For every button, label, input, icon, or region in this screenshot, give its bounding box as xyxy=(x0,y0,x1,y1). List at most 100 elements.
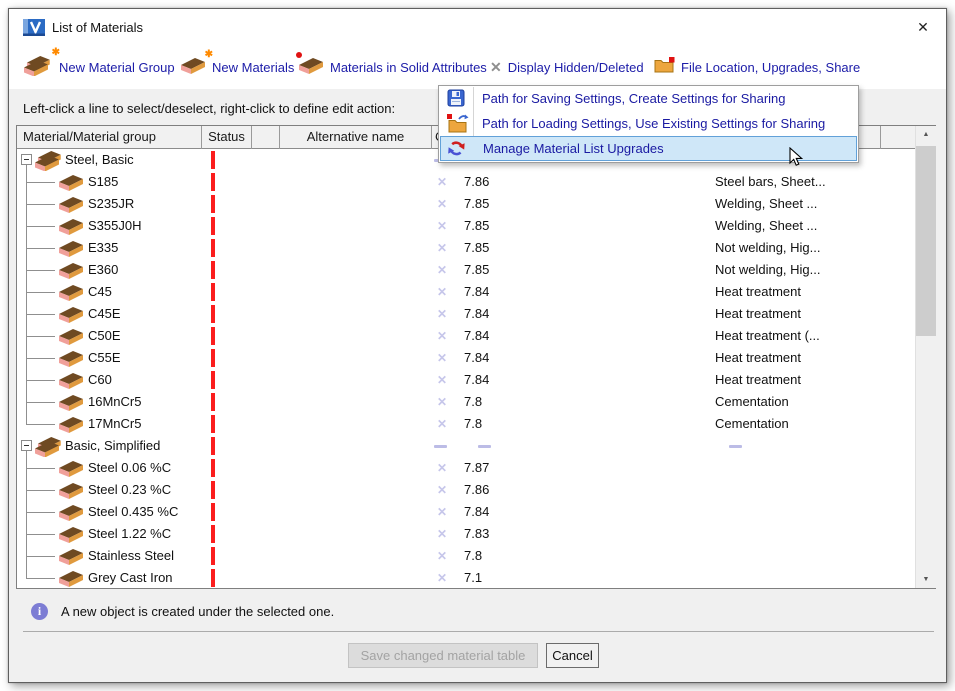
density-value: 7.84 xyxy=(464,325,489,347)
table-row[interactable]: Grey Cast Iron ✕ 7.1 xyxy=(17,567,915,589)
no-color-x-icon: ✕ xyxy=(433,303,451,325)
header-separator xyxy=(251,126,252,149)
materials-in-solid-attributes-button[interactable]: Materials in Solid Attributes xyxy=(298,46,487,89)
header-separator xyxy=(201,126,202,149)
vertical-scrollbar[interactable]: ▲ ▼ xyxy=(915,126,936,588)
close-icon[interactable]: ✕ xyxy=(914,18,932,36)
menu-item-label: Path for Loading Settings, Use Existing … xyxy=(482,116,825,131)
table-row[interactable]: Steel 0.23 %C ✕ 7.86 xyxy=(17,479,915,501)
density-value: 7.85 xyxy=(464,237,489,259)
table-row[interactable]: Steel 0.435 %C ✕ 7.84 xyxy=(17,501,915,523)
material-name: Steel 0.23 %C xyxy=(88,479,171,501)
tree-branch-line xyxy=(26,358,55,359)
status-bar xyxy=(211,217,215,235)
toolbar-label: New Material Group xyxy=(59,60,175,75)
status-bar xyxy=(211,283,215,301)
status-bar xyxy=(211,481,215,499)
table-row[interactable]: C45E ✕ 7.84 Heat treatment xyxy=(17,303,915,325)
info-icon: i xyxy=(31,603,48,620)
table-row[interactable]: C60 ✕ 7.84 Heat treatment xyxy=(17,369,915,391)
scroll-down-icon[interactable]: ▼ xyxy=(916,571,936,588)
status-bar xyxy=(211,305,215,323)
collapse-toggle-icon[interactable] xyxy=(21,154,32,165)
table-row[interactable]: Steel 0.06 %C ✕ 7.87 xyxy=(17,457,915,479)
no-color-x-icon: ✕ xyxy=(433,281,451,303)
status-bar xyxy=(211,569,215,587)
instruction-text: Left-click a line to select/deselect, ri… xyxy=(23,101,395,116)
table-row[interactable]: S235JR ✕ 7.85 Welding, Sheet ... xyxy=(17,193,915,215)
scrollbar-thumb[interactable] xyxy=(916,146,936,336)
density-value: 7.1 xyxy=(464,567,482,589)
density-value: 7.85 xyxy=(464,215,489,237)
density-value: 7.84 xyxy=(464,303,489,325)
header-material[interactable]: Material/Material group xyxy=(23,126,156,148)
scroll-up-icon[interactable]: ▲ xyxy=(916,126,936,143)
material-name: Grey Cast Iron xyxy=(88,567,173,589)
no-color-x-icon: ✕ xyxy=(433,171,451,193)
tree-branch-line xyxy=(26,534,55,535)
group-name: Steel, Basic xyxy=(65,149,134,171)
description-value: Welding, Sheet ... xyxy=(715,193,817,215)
material-name: C60 xyxy=(88,369,112,391)
upgrade-icon xyxy=(447,139,466,165)
table-row[interactable]: S355J0H ✕ 7.85 Welding, Sheet ... xyxy=(17,215,915,237)
new-star-icon xyxy=(52,47,60,58)
tree-branch-line xyxy=(26,380,55,381)
menu-item-path-loading[interactable]: Path for Loading Settings, Use Existing … xyxy=(440,111,857,136)
menu-item-path-saving[interactable]: Path for Saving Settings, Create Setting… xyxy=(440,86,857,111)
table-row[interactable]: C45 ✕ 7.84 Heat treatment xyxy=(17,281,915,303)
status-bar xyxy=(211,437,215,455)
toolbar-label: File Location, Upgrades, Share xyxy=(681,60,860,75)
table-row[interactable]: S185 ✕ 7.86 Steel bars, Sheet... xyxy=(17,171,915,193)
table-body: Steel, Basic S185 ✕ 7.86 Steel bars, She… xyxy=(17,149,915,589)
cancel-button[interactable]: Cancel xyxy=(546,643,599,668)
table-row[interactable]: Stainless Steel ✕ 7.8 xyxy=(17,545,915,567)
no-color-x-icon: ✕ xyxy=(433,501,451,523)
footer-divider xyxy=(23,631,934,632)
file-location-upgrades-share-button[interactable]: File Location, Upgrades, Share xyxy=(654,46,860,89)
material-group-icon xyxy=(23,55,53,81)
new-material-group-button[interactable]: New Material Group xyxy=(23,46,175,89)
density-value: 7.87 xyxy=(464,457,489,479)
table-row[interactable]: E335 ✕ 7.85 Not welding, Hig... xyxy=(17,237,915,259)
description-value: Heat treatment xyxy=(715,347,801,369)
collapse-toggle-icon[interactable] xyxy=(21,440,32,451)
material-name: E335 xyxy=(88,237,118,259)
description-value: Heat treatment xyxy=(715,369,801,391)
table-row[interactable]: C50E ✕ 7.84 Heat treatment (... xyxy=(17,325,915,347)
description-value: Not welding, Hig... xyxy=(715,259,821,281)
new-materials-button[interactable]: New Materials xyxy=(180,46,294,89)
material-solid-icon xyxy=(298,57,324,79)
description-value: Not welding, Hig... xyxy=(715,237,821,259)
density-value: 7.8 xyxy=(464,391,482,413)
save-changed-material-table-button[interactable]: Save changed material table xyxy=(348,643,538,668)
tree-branch-line xyxy=(26,270,55,271)
mouse-cursor xyxy=(789,147,803,172)
title-bar: List of Materials ✕ xyxy=(9,9,946,46)
x-icon: ✕ xyxy=(490,59,502,76)
density-value: 7.84 xyxy=(464,369,489,391)
table-row[interactable]: C55E ✕ 7.84 Heat treatment xyxy=(17,347,915,369)
table-row[interactable]: 16MnCr5 ✕ 7.8 Cementation xyxy=(17,391,915,413)
display-hidden-deleted-button[interactable]: ✕ Display Hidden/Deleted xyxy=(490,46,644,89)
status-bar xyxy=(211,459,215,477)
header-separator xyxy=(880,126,881,149)
table-row[interactable]: 17MnCr5 ✕ 7.8 Cementation xyxy=(17,413,915,435)
table-row[interactable]: E360 ✕ 7.85 Not welding, Hig... xyxy=(17,259,915,281)
density-value: 7.83 xyxy=(464,523,489,545)
tree-branch-line xyxy=(26,490,55,491)
description-value: Steel bars, Sheet... xyxy=(715,171,826,193)
info-text: A new object is created under the select… xyxy=(61,604,334,619)
tree-branch-line xyxy=(26,468,55,469)
density-value: 7.84 xyxy=(464,347,489,369)
no-color-x-icon: ✕ xyxy=(433,347,451,369)
header-status[interactable]: Status xyxy=(202,126,251,148)
header-alternative-name[interactable]: Alternative name xyxy=(280,126,431,148)
table-row[interactable]: Steel 1.22 %C ✕ 7.83 xyxy=(17,523,915,545)
group-name: Basic, Simplified xyxy=(65,435,160,457)
table-group-row[interactable]: Basic, Simplified xyxy=(17,435,915,457)
status-bar xyxy=(211,195,215,213)
density-value: 7.86 xyxy=(464,479,489,501)
menu-item-label: Path for Saving Settings, Create Setting… xyxy=(482,91,786,106)
description-value: Heat treatment xyxy=(715,281,801,303)
